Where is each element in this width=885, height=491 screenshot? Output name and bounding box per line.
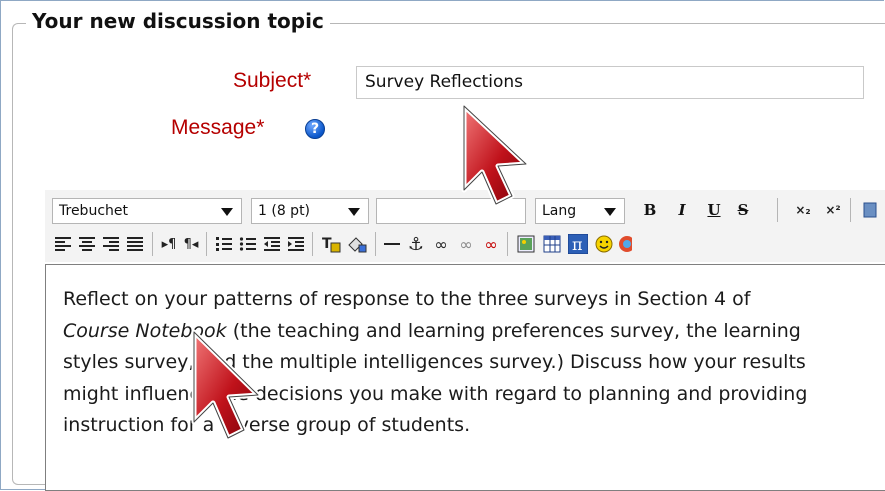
callout-cursor-icon (461, 103, 529, 207)
outdent-svg (264, 237, 280, 251)
unlink-icon[interactable]: ∞ (455, 232, 477, 256)
ltr-icon[interactable]: ▸¶ (160, 232, 178, 256)
ordered-list-icon[interactable] (214, 232, 234, 256)
align-right-svg (103, 237, 119, 251)
screenshot: Your new discussion topic Subject* Surve… (0, 0, 885, 491)
toolbar-separator (850, 198, 851, 222)
insert-image-icon[interactable] (515, 232, 537, 256)
subject-label: Subject* (233, 69, 312, 92)
dropdown-arrow-icon (348, 208, 360, 216)
indent-svg (288, 237, 304, 251)
clean-word-icon-svg (863, 202, 877, 218)
align-right-icon[interactable] (101, 232, 121, 256)
insert-media-svg (619, 236, 632, 252)
outdent-icon[interactable] (262, 232, 282, 256)
dropdown-arrow-icon (604, 208, 616, 216)
toolbar-separator (312, 232, 313, 256)
unordered-list-icon[interactable] (238, 232, 258, 256)
dropdown-arrow-icon (221, 208, 233, 216)
toolbar-separator (206, 232, 207, 256)
horizontal-rule-icon[interactable] (382, 232, 402, 256)
callout-cursor-icon (191, 329, 261, 441)
toolbar-separator (777, 198, 778, 222)
background-color-svg (348, 237, 367, 253)
align-left-svg (55, 237, 71, 251)
subject-input[interactable]: Survey Reflections (356, 66, 864, 99)
insert-image-svg (517, 235, 535, 253)
text-color-svg: T (322, 236, 341, 253)
rtl-icon[interactable]: ¶◂ (182, 232, 200, 256)
justify-svg (127, 237, 143, 251)
lang-value: Lang (542, 203, 577, 219)
smiley-icon[interactable] (594, 232, 614, 256)
font-size-value: 1 (8 pt) (258, 203, 311, 219)
underline-button[interactable]: U (704, 198, 724, 222)
insert-media-icon[interactable] (618, 232, 632, 256)
text-color-icon[interactable]: T (320, 232, 342, 256)
anchor-icon[interactable]: ⚓ (406, 232, 426, 256)
insert-table-svg (543, 235, 561, 253)
justify-icon[interactable] (125, 232, 145, 256)
editor-line-1: Reflect on your patterns of response to … (63, 288, 751, 310)
fieldset-legend: Your new discussion topic (26, 9, 330, 33)
indent-icon[interactable] (286, 232, 306, 256)
background-color-icon[interactable] (346, 232, 368, 256)
bold-button[interactable]: B (640, 198, 660, 222)
link-icon[interactable]: ∞ (430, 232, 452, 256)
superscript-icon[interactable]: ×² (822, 198, 844, 222)
unordered-list-svg (239, 237, 256, 251)
italic-button[interactable]: I (672, 198, 692, 222)
align-center-icon[interactable] (77, 232, 97, 256)
strikethrough-button[interactable]: S (733, 198, 753, 222)
toolbar-separator (152, 232, 153, 256)
font-family-value: Trebuchet (59, 203, 128, 219)
insert-equation-icon[interactable]: π (567, 232, 589, 256)
lang-select[interactable]: Lang (535, 198, 625, 224)
font-size-select[interactable]: 1 (8 pt) (251, 198, 369, 224)
toolbar-separator (375, 232, 376, 256)
toolbar-separator (507, 232, 508, 256)
smiley-svg (595, 235, 613, 253)
message-label: Message* (171, 116, 265, 139)
clean-word-icon[interactable] (862, 198, 878, 222)
horizontal-rule-svg (384, 243, 400, 245)
insert-table-icon[interactable] (541, 232, 563, 256)
align-center-svg (79, 237, 95, 251)
nolink-icon[interactable]: ∞ (480, 232, 502, 256)
font-family-select[interactable]: Trebuchet (52, 198, 242, 224)
insert-equation-svg: π (568, 234, 588, 254)
ordered-list-svg (216, 237, 232, 251)
align-left-icon[interactable] (53, 232, 73, 256)
help-question-icon[interactable]: ? (305, 119, 325, 139)
svg-text:π: π (572, 235, 583, 254)
editor-line-2-rest: (the teaching and learning preferences s… (226, 319, 801, 342)
subscript-icon[interactable]: ×₂ (792, 198, 814, 222)
